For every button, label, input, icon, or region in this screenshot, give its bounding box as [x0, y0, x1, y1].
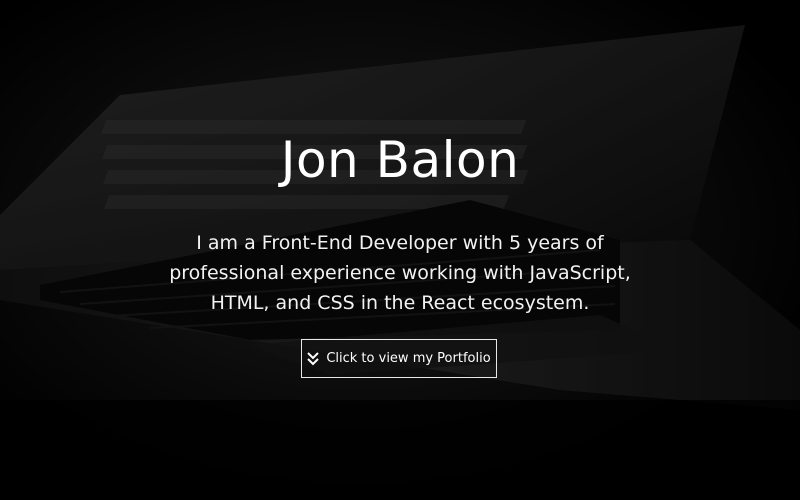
view-portfolio-label: Click to view my Portfolio: [326, 351, 491, 366]
view-portfolio-button[interactable]: Click to view my Portfolio: [301, 339, 497, 378]
hero-section: Jon Balon I am a Front-End Developer wit…: [0, 0, 800, 500]
double-chevron-down-icon: [307, 351, 320, 365]
hero-content: Jon Balon I am a Front-End Developer wit…: [0, 0, 800, 500]
page-title: Jon Balon: [280, 131, 520, 189]
hero-tagline: I am a Front-End Developer with 5 years …: [169, 232, 631, 314]
